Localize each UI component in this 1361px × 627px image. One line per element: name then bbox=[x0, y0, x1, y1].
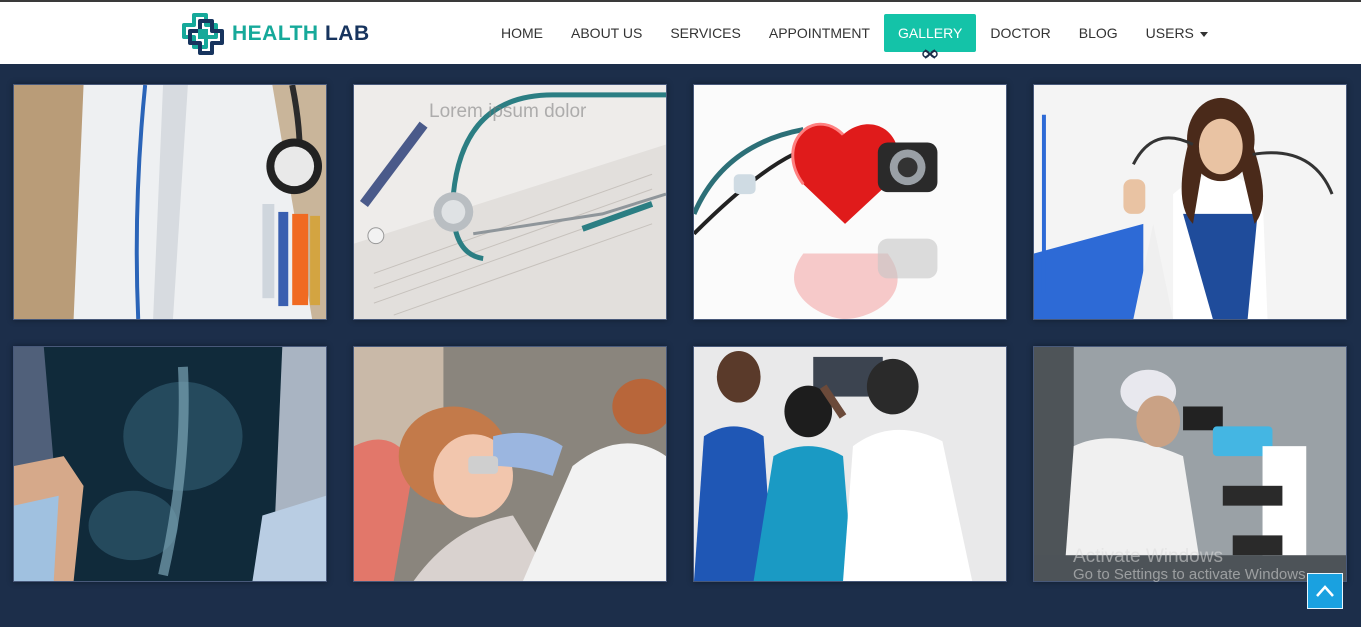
gallery-tile-stethoscope-form[interactable]: Lorem ipsum dolor bbox=[353, 84, 667, 320]
nav-gallery[interactable]: GALLERY bbox=[883, 14, 977, 59]
gallery-tile-female-doctor[interactable] bbox=[1033, 84, 1347, 320]
gallery-tile-dental[interactable] bbox=[353, 346, 667, 582]
tile-caption: Lorem ipsum dolor bbox=[429, 101, 587, 122]
watermark-title: Activate Windows bbox=[1073, 546, 1223, 567]
xray-film-photo bbox=[14, 347, 326, 581]
chevron-up-icon bbox=[1316, 585, 1334, 597]
nav-home[interactable]: HOME bbox=[487, 14, 557, 52]
active-indicator-icon bbox=[922, 49, 938, 59]
watermark-subtitle: Go to Settings to activate Windows. bbox=[1073, 566, 1310, 583]
gallery-tile-xray[interactable] bbox=[13, 346, 327, 582]
main-nav: HOME ABOUT US SERVICES APPOINTMENT GALLE… bbox=[487, 14, 1222, 59]
nav-appointment[interactable]: APPOINTMENT bbox=[755, 14, 884, 52]
brand-logo-link[interactable]: HEALTH LAB bbox=[180, 11, 370, 57]
caret-down-icon bbox=[1199, 31, 1208, 37]
nav-services[interactable]: SERVICES bbox=[656, 14, 755, 52]
nav-users-dropdown[interactable]: USERS bbox=[1132, 14, 1222, 52]
navbar: HEALTH LAB HOME ABOUT US SERVICES APPOIN… bbox=[0, 2, 1361, 64]
red-heart-stethoscope-photo bbox=[694, 85, 1006, 319]
nav-about-us[interactable]: ABOUT US bbox=[557, 14, 656, 52]
nav-doctor[interactable]: DOCTOR bbox=[976, 14, 1064, 52]
brand-name-prefix: HEALTH bbox=[232, 22, 319, 45]
nav-blog[interactable]: BLOG bbox=[1065, 14, 1132, 52]
nav-gallery-label: GALLERY bbox=[897, 25, 963, 41]
activate-windows-watermark: Activate Windows Go to Settings to activ… bbox=[1073, 546, 1310, 584]
doctors-viewing-xray-photo bbox=[694, 347, 1006, 581]
gallery-tile-doctors-xray[interactable] bbox=[693, 346, 1007, 582]
doctor-coat-stethoscope-photo bbox=[14, 85, 326, 319]
medical-cross-logo-icon bbox=[182, 13, 224, 55]
brand-name: HEALTH LAB bbox=[232, 22, 370, 46]
gallery-grid: Lorem ipsum dolor bbox=[13, 84, 1349, 584]
gallery-tile-heart[interactable] bbox=[693, 84, 1007, 320]
gallery-tile-doctor-coat[interactable] bbox=[13, 84, 327, 320]
female-doctor-photo bbox=[1034, 85, 1346, 319]
dental-exam-photo bbox=[354, 347, 666, 581]
brand-name-suffix: LAB bbox=[324, 22, 370, 45]
nav-users-label: USERS bbox=[1145, 25, 1194, 41]
scroll-to-top-button[interactable] bbox=[1307, 573, 1343, 609]
